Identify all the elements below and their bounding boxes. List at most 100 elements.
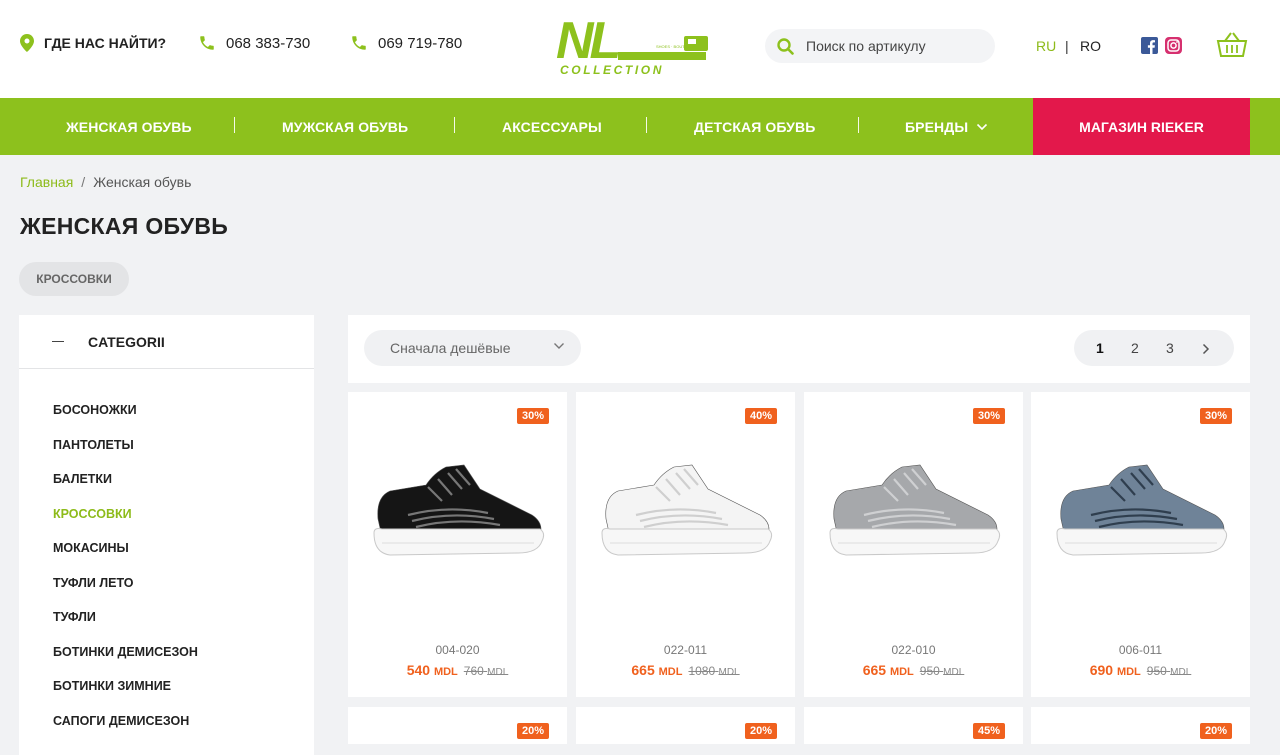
facebook-icon[interactable] bbox=[1141, 37, 1158, 54]
product-old-price: 760 MDL bbox=[463, 664, 509, 678]
discount-badge: 20% bbox=[1199, 723, 1232, 739]
product-price: 665 MDL bbox=[631, 662, 683, 678]
search-input[interactable] bbox=[806, 38, 976, 54]
category-item-active[interactable]: КРОССОВКИ bbox=[19, 497, 314, 532]
product-old-price: 950 MDL bbox=[1146, 664, 1192, 678]
category-item[interactable]: БОСОНОЖКИ bbox=[19, 393, 314, 428]
product-price: 540 MDL bbox=[406, 662, 458, 678]
nav-kids-shoes[interactable]: ДЕТСКАЯ ОБУВЬ bbox=[694, 98, 815, 155]
category-item[interactable]: САПОГИ ДЕМИСЕЗОН bbox=[19, 704, 314, 739]
catalog-toolbar: Сначала дешёвые 1 2 3 bbox=[348, 315, 1250, 383]
phone-number-2: 069 719-780 bbox=[378, 34, 463, 52]
discount-badge: 45% bbox=[972, 723, 1005, 739]
product-price: 690 MDL bbox=[1089, 662, 1141, 678]
breadcrumb-current: Женская обувь bbox=[93, 174, 192, 190]
chevron-right-icon[interactable] bbox=[1202, 343, 1210, 355]
nav-men-shoes[interactable]: МУЖСКАЯ ОБУВЬ bbox=[282, 98, 408, 155]
product-card[interactable]: 30% 006-011 690 MDL 950 MDL bbox=[1031, 392, 1250, 697]
product-image[interactable] bbox=[596, 457, 776, 577]
nav-divider bbox=[858, 117, 859, 133]
product-old-price: 1080 MDL bbox=[688, 664, 740, 678]
product-card[interactable]: 30% 022-010 665 MDL 950 MDL bbox=[804, 392, 1023, 697]
category-item[interactable]: БОТИНКИ ЗИМНИЕ bbox=[19, 669, 314, 704]
filter-chip-sneakers[interactable]: КРОССОВКИ bbox=[19, 262, 129, 296]
phone-number-1: 068 383-730 bbox=[226, 34, 311, 52]
product-price: 665 MDL bbox=[862, 662, 914, 678]
product-old-price: 950 MDL bbox=[919, 664, 965, 678]
product-card[interactable]: 40% 022-011 665 MDL 1080 MDL bbox=[576, 392, 795, 697]
breadcrumb-separator: / bbox=[81, 174, 86, 190]
page-title: ЖЕНСКАЯ ОБУВЬ bbox=[20, 213, 229, 239]
product-sku: 022-011 bbox=[663, 643, 708, 657]
categories-title: CATEGORII bbox=[88, 333, 165, 350]
page-3[interactable]: 3 bbox=[1166, 330, 1174, 366]
product-sku: 006-011 bbox=[1118, 643, 1163, 657]
nav-divider bbox=[454, 117, 455, 133]
product-image[interactable] bbox=[1051, 457, 1231, 577]
sort-select[interactable]: Сначала дешёвые bbox=[364, 330, 581, 366]
phone-link-1[interactable]: 068 383-730 bbox=[198, 34, 310, 52]
nav-brands-label: БРЕНДЫ bbox=[905, 118, 969, 135]
category-item[interactable]: ТУФЛИ bbox=[19, 600, 314, 635]
svg-text:SHOES · BOUTIQUE: SHOES · BOUTIQUE bbox=[656, 44, 695, 49]
phone-link-2[interactable]: 069 719-780 bbox=[350, 34, 462, 52]
discount-badge: 20% bbox=[744, 723, 777, 739]
category-list: БОСОНОЖКИ ПАНТОЛЕТЫ БАЛЕТКИ КРОССОВКИ МО… bbox=[19, 369, 314, 738]
site-header: ГДЕ НАС НАЙТИ? 068 383-730 069 719-780 N… bbox=[0, 0, 1280, 98]
product-card[interactable]: 20% bbox=[348, 707, 567, 744]
page-1[interactable]: 1 bbox=[1096, 330, 1104, 366]
instagram-icon[interactable] bbox=[1165, 37, 1182, 54]
nav-divider bbox=[234, 117, 235, 133]
phone-icon bbox=[200, 36, 214, 50]
svg-text:NL: NL bbox=[556, 14, 619, 70]
price-row: 690 MDL 950 MDL bbox=[1031, 662, 1250, 680]
find-us-link[interactable]: ГДЕ НАС НАЙТИ? bbox=[20, 34, 166, 52]
product-sku: 022-010 bbox=[891, 643, 936, 657]
page-2[interactable]: 2 bbox=[1131, 330, 1139, 366]
cart-icon[interactable] bbox=[1216, 30, 1248, 60]
sku-search bbox=[765, 29, 995, 63]
chevron-down-icon bbox=[554, 343, 564, 349]
nav-divider bbox=[646, 117, 647, 133]
nav-rieker-store[interactable]: МАГАЗИН RIEKER bbox=[1033, 98, 1250, 155]
search-icon[interactable] bbox=[777, 37, 794, 55]
categories-toggle[interactable]: CATEGORII bbox=[19, 315, 314, 369]
category-sidebar: CATEGORII БОСОНОЖКИ ПАНТОЛЕТЫ БАЛЕТКИ КР… bbox=[19, 315, 314, 755]
category-item[interactable]: МОКАСИНЫ bbox=[19, 531, 314, 566]
product-card[interactable]: 20% bbox=[576, 707, 795, 744]
product-card[interactable]: 45% bbox=[804, 707, 1023, 744]
discount-badge: 40% bbox=[744, 408, 777, 424]
category-item[interactable]: БОТИНКИ ДЕМИСЕЗОН bbox=[19, 635, 314, 670]
price-row: 665 MDL 950 MDL bbox=[804, 662, 1023, 680]
product-sku: 004-020 bbox=[435, 643, 480, 657]
map-pin-icon bbox=[20, 34, 34, 52]
product-image[interactable] bbox=[824, 457, 1004, 577]
category-item[interactable]: ПАНТОЛЕТЫ bbox=[19, 428, 314, 463]
sort-label: Сначала дешёвые bbox=[390, 340, 511, 356]
find-us-label: ГДЕ НАС НАЙТИ? bbox=[44, 35, 167, 51]
product-card[interactable]: 30% 004-020 540 MDL 760 MDL bbox=[348, 392, 567, 697]
product-card[interactable]: 20% bbox=[1031, 707, 1250, 744]
discount-badge: 20% bbox=[516, 723, 549, 739]
discount-badge: 30% bbox=[1199, 408, 1232, 424]
main-nav: ЖЕНСКАЯ ОБУВЬ МУЖСКАЯ ОБУВЬ АКСЕССУАРЫ Д… bbox=[0, 98, 1280, 155]
phone-icon bbox=[352, 36, 366, 50]
breadcrumb: Главная / Женская обувь bbox=[20, 174, 191, 190]
nav-women-shoes[interactable]: ЖЕНСКАЯ ОБУВЬ bbox=[66, 98, 192, 155]
pagination: 1 2 3 bbox=[1074, 330, 1234, 366]
discount-badge: 30% bbox=[516, 408, 549, 424]
site-logo[interactable]: NL SHOES · BOUTIQUE COLLECTION bbox=[556, 14, 712, 78]
category-item[interactable]: БАЛЕТКИ bbox=[19, 462, 314, 497]
discount-badge: 30% bbox=[972, 408, 1005, 424]
lang-divider: | bbox=[1065, 38, 1069, 54]
product-image[interactable] bbox=[368, 457, 548, 577]
lang-ro[interactable]: RO bbox=[1080, 38, 1101, 54]
nav-accessories[interactable]: АКСЕССУАРЫ bbox=[502, 98, 602, 155]
chevron-down-icon bbox=[977, 123, 988, 130]
minus-icon bbox=[52, 341, 64, 342]
category-item[interactable]: ТУФЛИ ЛЕТО bbox=[19, 566, 314, 601]
breadcrumb-home[interactable]: Главная bbox=[20, 174, 73, 190]
lang-ru[interactable]: RU bbox=[1036, 38, 1056, 54]
price-row: 665 MDL 1080 MDL bbox=[576, 662, 795, 680]
nav-brands[interactable]: БРЕНДЫ bbox=[905, 98, 988, 155]
